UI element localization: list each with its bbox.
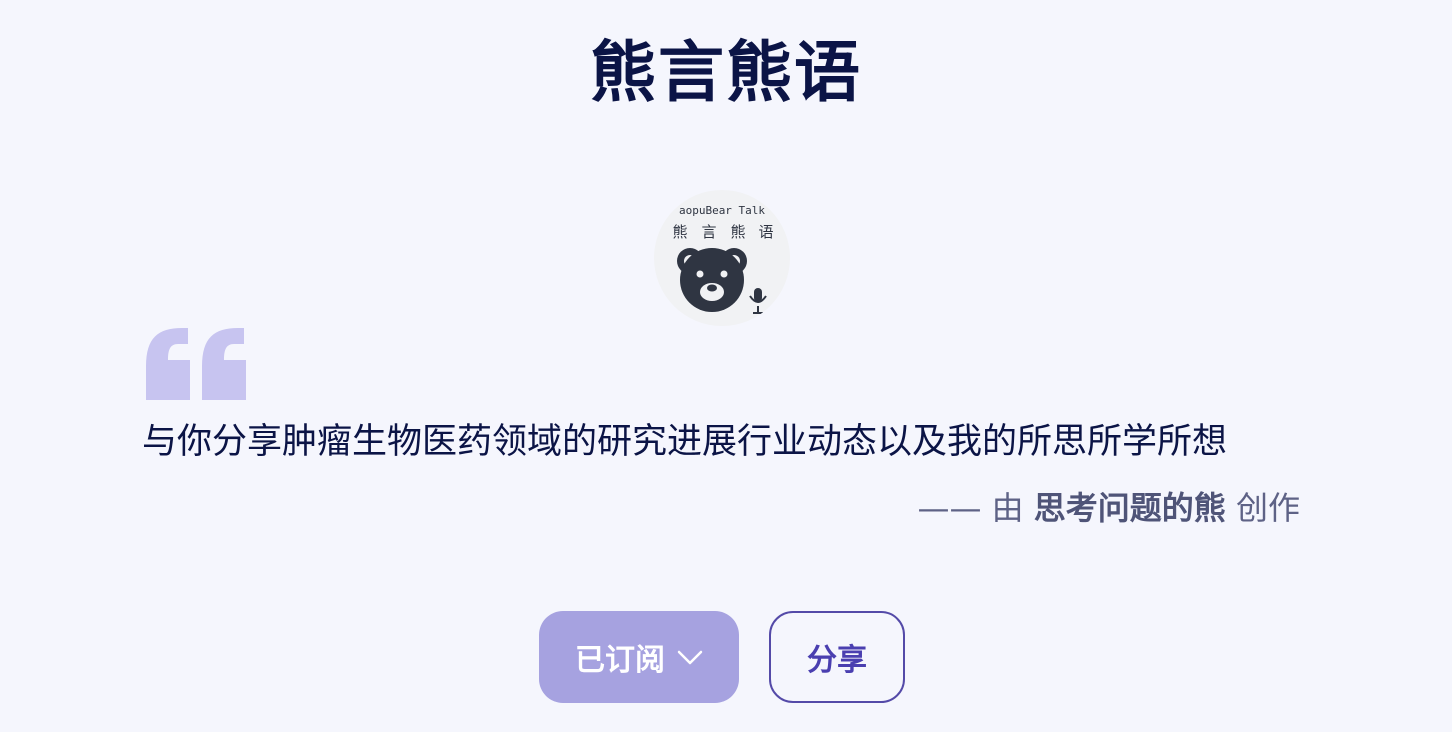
microphone-icon: [749, 288, 767, 314]
logo-char-1: 熊: [672, 223, 687, 241]
share-button[interactable]: 分享: [769, 611, 905, 703]
channel-page: 熊言熊语 aopuBear Talk 熊 言 熊 语 与你分享肿瘤生物医药领域的…: [0, 0, 1452, 732]
quote-mark-icon: [146, 328, 246, 400]
channel-logo: aopuBear Talk 熊 言 熊 语: [672, 204, 774, 314]
byline-suffix: 创作: [1235, 489, 1300, 527]
author-byline: —— 由 思考问题的熊 创作: [917, 486, 1300, 530]
subscribed-button[interactable]: 已订阅: [539, 611, 739, 703]
byline-prefix: —— 由: [917, 489, 1024, 527]
logo-top-text: aopuBear Talk: [679, 204, 765, 217]
channel-description: 与你分享肿瘤生物医药领域的研究进展行业动态以及我的所思所学所想: [142, 422, 1228, 462]
logo-char-3: 熊: [730, 223, 745, 241]
share-label: 分享: [807, 643, 867, 678]
channel-avatar: aopuBear Talk 熊 言 熊 语: [654, 190, 790, 326]
page-title: 熊言熊语: [590, 34, 862, 111]
logo-char-2: 言: [701, 223, 716, 241]
logo-char-4: 语: [758, 223, 773, 241]
subscribed-label: 已订阅: [575, 643, 665, 678]
author-name[interactable]: 思考问题的熊: [1034, 489, 1226, 527]
chevron-down-icon: [677, 650, 703, 665]
bear-icon: [677, 248, 747, 312]
